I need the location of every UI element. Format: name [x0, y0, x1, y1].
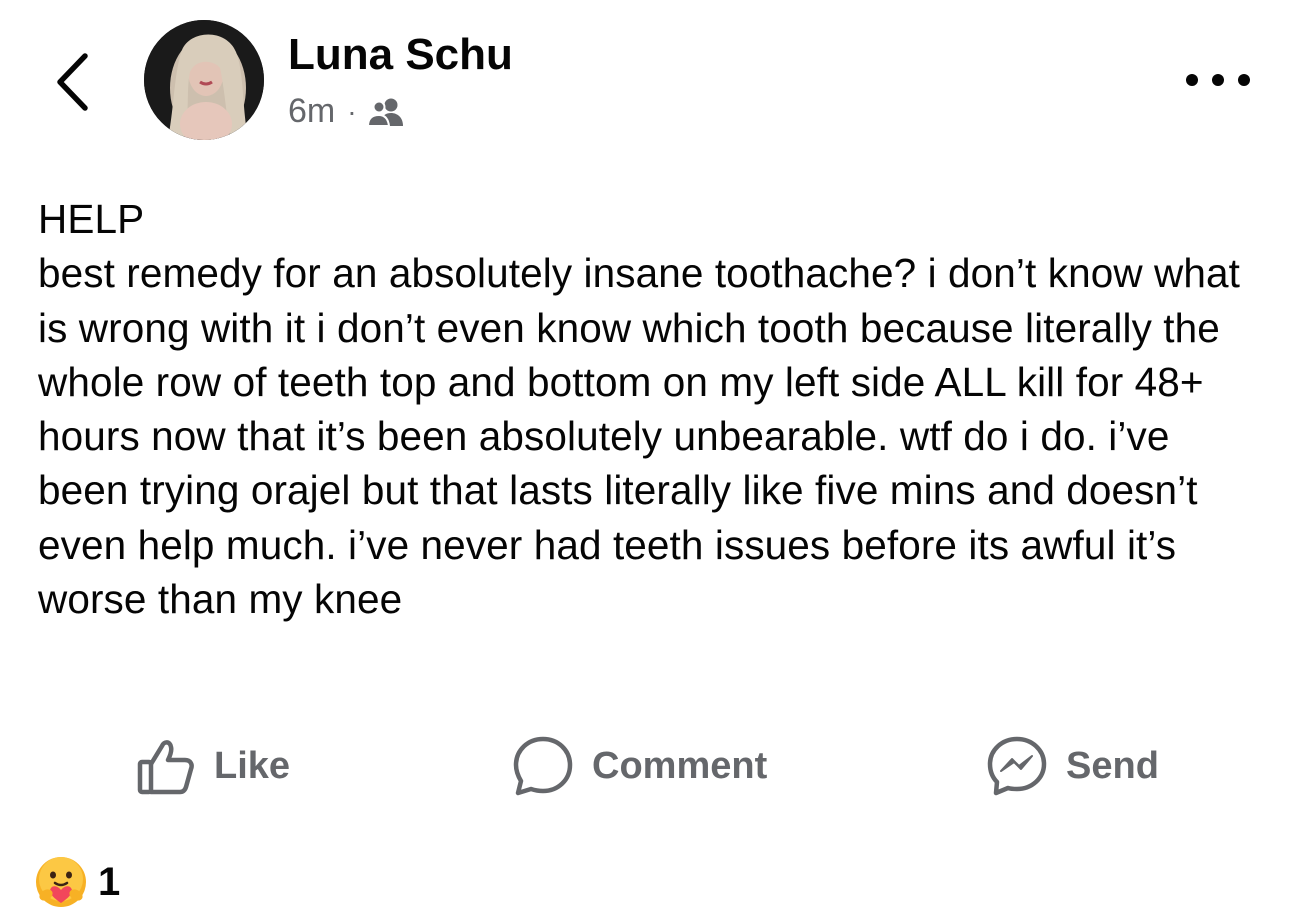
like-button[interactable]: Like [136, 726, 290, 806]
action-bar: Like Comment Send [0, 726, 1290, 806]
avatar[interactable] [144, 20, 264, 140]
post-meta: 6m · [288, 92, 405, 131]
post-timestamp[interactable]: 6m [288, 92, 335, 131]
send-label: Send [1066, 744, 1159, 787]
more-dot [1238, 74, 1250, 86]
friends-icon[interactable] [366, 97, 405, 127]
chevron-left-icon [57, 53, 88, 111]
care-reaction-icon [36, 857, 86, 907]
thumbs-up-icon [136, 736, 196, 796]
comment-bubble-icon [512, 735, 574, 797]
more-options-button[interactable] [1186, 60, 1250, 100]
comment-button[interactable]: Comment [512, 726, 767, 806]
avatar-image [144, 20, 264, 140]
comment-label: Comment [592, 744, 768, 787]
back-button[interactable] [50, 50, 94, 114]
reaction-summary[interactable]: 1 [34, 852, 120, 912]
messenger-icon [986, 735, 1048, 797]
more-dot [1186, 74, 1198, 86]
more-dot [1212, 74, 1224, 86]
send-button[interactable]: Send [986, 726, 1159, 806]
post-text: HELP best remedy for an absolutely insan… [38, 196, 1240, 623]
like-label: Like [214, 744, 291, 787]
author-name[interactable]: Luna Schu [288, 30, 513, 80]
meta-separator: · [347, 95, 357, 127]
reaction-count: 1 [98, 859, 121, 904]
